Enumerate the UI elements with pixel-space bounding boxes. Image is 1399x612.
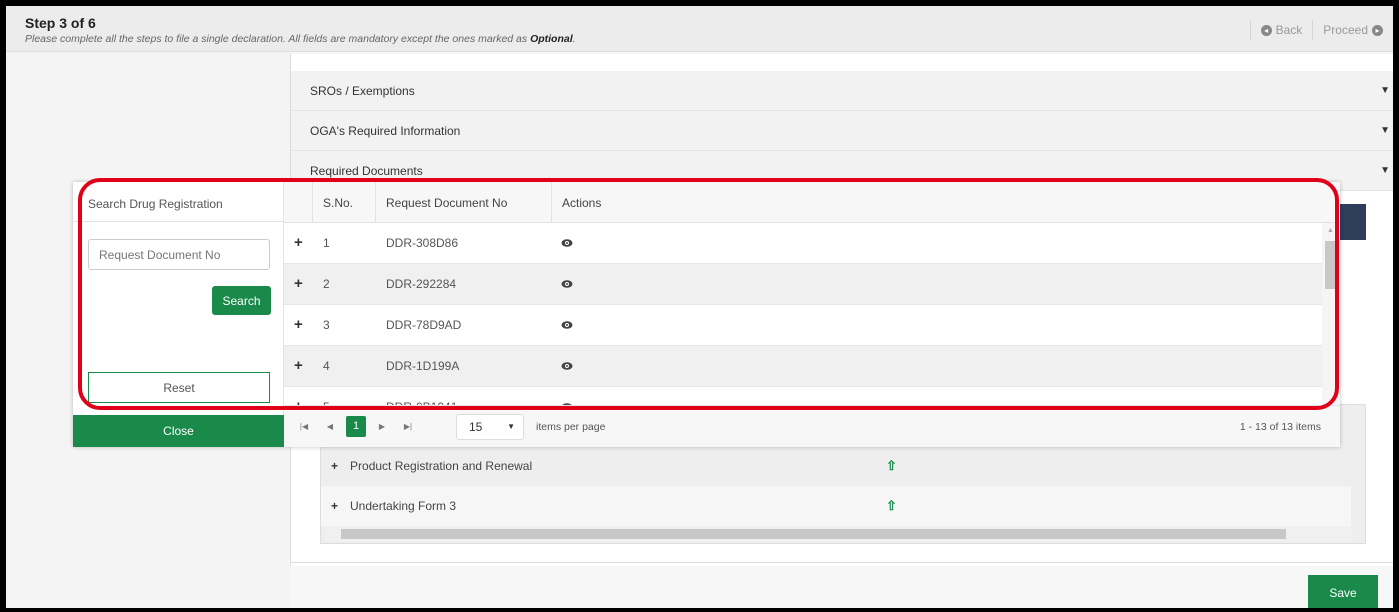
row-sno: 1 xyxy=(323,236,330,250)
accordion-label: Required Documents xyxy=(310,164,423,178)
document-row-label: Undertaking Form 3 xyxy=(350,499,457,513)
last-page-icon[interactable]: ▶| xyxy=(398,416,418,437)
expand-row-icon[interactable]: + xyxy=(294,264,303,304)
accordion-sros[interactable]: SROs / Exemptions ▼ xyxy=(291,71,1393,111)
request-document-input[interactable] xyxy=(88,239,270,270)
accordion-oga-info[interactable]: OGA's Required Information ▼ xyxy=(291,111,1393,151)
table-row: + 4 DDR-1D199A xyxy=(284,346,1322,387)
accordion-label: SROs / Exemptions xyxy=(310,84,415,98)
page-size-select[interactable]: 15 ▼ xyxy=(456,414,524,440)
table-row: + 5 DDR-0B1041 xyxy=(284,387,1322,405)
grid-body: + 1 DDR-308D86 + 2 DDR-292284 + 3 DDR-78… xyxy=(284,223,1322,405)
search-panel-title: Search Drug Registration xyxy=(73,182,283,222)
instructions-suffix: . xyxy=(572,33,576,45)
scrollbar-thumb[interactable] xyxy=(341,529,1286,539)
step-navigation: ◂ Back Proceed ▸ xyxy=(1249,20,1393,40)
view-eye-icon[interactable] xyxy=(561,360,573,372)
expand-row-icon[interactable]: + xyxy=(294,387,303,405)
expand-icon[interactable]: + xyxy=(331,499,338,513)
table-row: + 3 DDR-78D9AD xyxy=(284,305,1322,346)
instructions-optional: Optional xyxy=(530,33,573,45)
chevron-down-icon: ▼ xyxy=(1380,85,1390,96)
row-document-no: DDR-308D86 xyxy=(386,236,459,250)
row-sno: 5 xyxy=(323,387,330,405)
document-row-label: Product Registration and Renewal xyxy=(350,459,533,473)
next-page-icon[interactable]: ▶ xyxy=(372,416,392,437)
proceed-arrow-icon: ▸ xyxy=(1372,24,1383,36)
chevron-down-icon: ▼ xyxy=(1380,125,1390,136)
horizontal-scrollbar[interactable] xyxy=(325,526,1352,542)
expand-row-icon[interactable]: + xyxy=(294,223,303,263)
step-instructions: Please complete all the steps to file a … xyxy=(25,33,576,45)
table-row: + 1 DDR-308D86 xyxy=(284,223,1322,264)
dropdown-arrow-icon: ▼ xyxy=(507,422,515,431)
scrollbar-thumb[interactable] xyxy=(1325,241,1337,289)
upload-icon[interactable]: ⇧ xyxy=(886,446,897,486)
page-button-current[interactable]: 1 xyxy=(346,416,366,437)
step-title: Step 3 of 6 xyxy=(25,15,96,31)
row-document-no: DDR-78D9AD xyxy=(386,318,462,332)
close-button[interactable]: Close xyxy=(73,415,284,447)
first-page-icon[interactable]: |◀ xyxy=(294,416,314,437)
expand-icon[interactable]: + xyxy=(331,459,338,473)
search-drug-registration-modal: Search Drug Registration Search Reset Cl… xyxy=(73,182,1340,447)
vertical-scrollbar[interactable]: ▲ xyxy=(1322,223,1340,405)
proceed-button[interactable]: Proceed ▸ xyxy=(1312,20,1393,40)
grid-header: S.No. Request Document No Actions xyxy=(284,182,1340,223)
document-row: + Undertaking Form 3 ⇧ xyxy=(321,486,1351,526)
results-grid: S.No. Request Document No Actions + 1 DD… xyxy=(284,182,1340,447)
column-request-document-no[interactable]: Request Document No xyxy=(375,182,551,223)
back-label: Back xyxy=(1275,23,1303,37)
prev-page-icon[interactable]: ◀ xyxy=(320,416,340,437)
pager: |◀ ◀ 1 ▶ ▶| 15 ▼ items per page 1 - 13 of… xyxy=(284,405,1340,447)
view-eye-icon[interactable] xyxy=(561,237,573,249)
row-document-no: DDR-292284 xyxy=(386,277,457,291)
accordion-label: OGA's Required Information xyxy=(310,124,461,138)
search-panel: Search Drug Registration Search Reset Cl… xyxy=(73,182,284,447)
row-sno: 4 xyxy=(323,359,330,373)
expand-row-icon[interactable]: + xyxy=(294,346,303,386)
proceed-label: Proceed xyxy=(1323,23,1368,37)
expand-row-icon[interactable]: + xyxy=(294,305,303,345)
document-row: + Product Registration and Renewal ⇧ xyxy=(321,446,1351,486)
page-size-value: 15 xyxy=(469,420,483,434)
back-button[interactable]: ◂ Back xyxy=(1249,20,1313,40)
row-sno: 3 xyxy=(323,318,330,332)
column-sno[interactable]: S.No. xyxy=(312,182,375,223)
instructions-prefix: Please complete all the steps to file a … xyxy=(25,33,531,45)
row-document-no: DDR-0B1041 xyxy=(386,387,457,405)
items-per-page-label: items per page xyxy=(536,421,606,433)
row-document-no: DDR-1D199A xyxy=(386,359,460,373)
upload-icon[interactable]: ⇧ xyxy=(886,486,897,526)
save-button[interactable]: Save xyxy=(1308,575,1378,608)
row-sno: 2 xyxy=(323,277,330,291)
divider xyxy=(290,562,1393,563)
scroll-up-icon[interactable]: ▲ xyxy=(1327,227,1334,234)
table-row: + 2 DDR-292284 xyxy=(284,264,1322,305)
search-button[interactable]: Search xyxy=(212,286,271,315)
view-eye-icon[interactable] xyxy=(561,319,573,331)
back-arrow-icon: ◂ xyxy=(1260,24,1272,36)
reset-button[interactable]: Reset xyxy=(88,372,270,403)
column-actions: Actions xyxy=(551,182,1340,223)
chevron-down-icon: ▼ xyxy=(1380,165,1390,176)
pager-info: 1 - 13 of 13 items xyxy=(1239,421,1321,433)
step-header: Step 3 of 6 Please complete all the step… xyxy=(6,6,1393,52)
view-eye-icon[interactable] xyxy=(561,278,573,290)
